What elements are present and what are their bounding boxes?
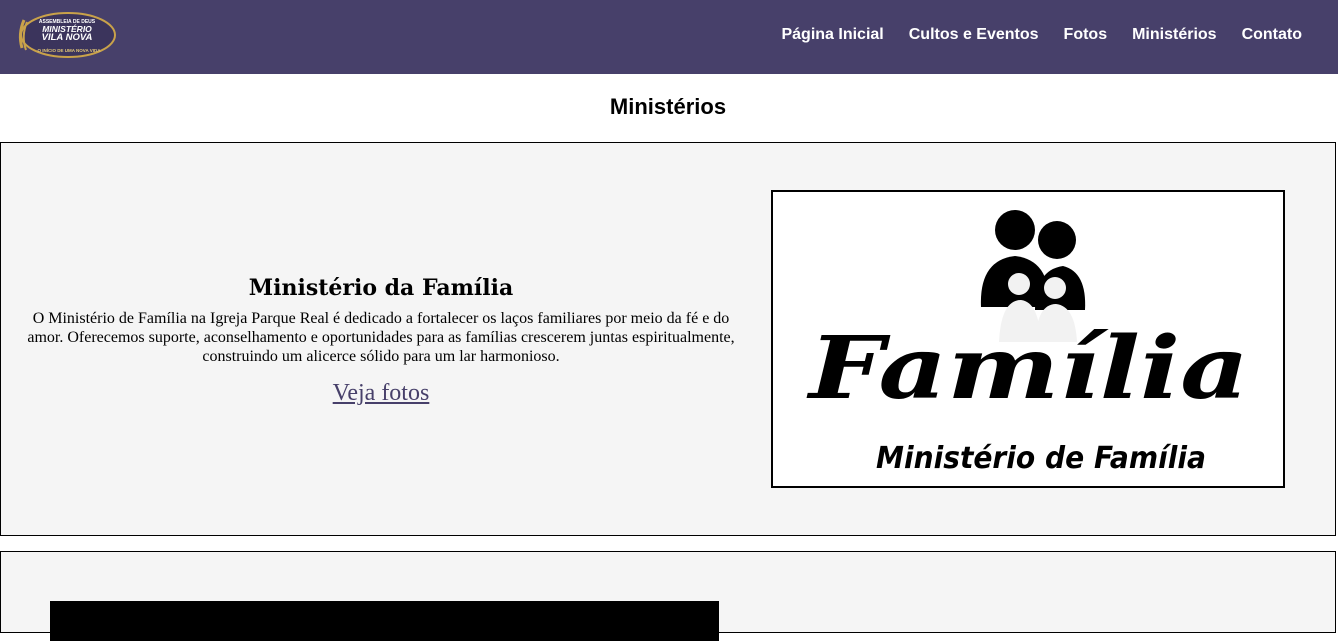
- nav-link-contact[interactable]: Contato: [1242, 24, 1302, 46]
- family-head-2: [1038, 221, 1076, 259]
- nav-link-photos[interactable]: Fotos: [1064, 24, 1108, 46]
- family-ministry-image: Família Ministério de Família: [771, 190, 1285, 488]
- family-illustration: Família Ministério de Família: [805, 210, 1249, 476]
- nav-link-ministries[interactable]: Ministérios: [1132, 24, 1216, 46]
- family-logo-main-text: Família: [805, 318, 1249, 419]
- nav-link-events[interactable]: Cultos e Eventos: [909, 24, 1039, 46]
- family-child-head-1: [1008, 273, 1030, 295]
- family-logo-sub-text: Ministério de Família: [876, 441, 1206, 476]
- top-navbar: ASSEMBLEIA DE DEUS MINISTÉRIO VILA NOVA …: [0, 0, 1338, 74]
- logo-tagline: O INÍCIO DE UMA NOVA VIDA: [37, 48, 101, 53]
- page-title: Ministérios: [609, 94, 727, 119]
- ministry-card-2: [0, 551, 1336, 641]
- logo-line-3: VILA NOVA: [41, 32, 93, 43]
- ministry-2-image: [50, 601, 719, 641]
- ministry-card-family: Ministério da Família O Ministério de Fa…: [0, 142, 1336, 536]
- nav-link-home[interactable]: Página Inicial: [781, 24, 883, 46]
- church-logo[interactable]: ASSEMBLEIA DE DEUS MINISTÉRIO VILA NOVA …: [12, 8, 118, 62]
- main-nav: Página Inicial Cultos e Eventos Fotos Mi…: [756, 24, 1302, 46]
- ministry-card-text: Ministério da Família O Ministério de Fa…: [21, 273, 741, 408]
- family-child-head-2: [1044, 277, 1066, 299]
- ministry-description: O Ministério de Família na Igreja Parque…: [27, 310, 735, 365]
- family-head-1: [995, 210, 1035, 250]
- ministry-heading: Ministério da Família: [248, 275, 514, 301]
- view-photos-link[interactable]: Veja fotos: [333, 378, 430, 408]
